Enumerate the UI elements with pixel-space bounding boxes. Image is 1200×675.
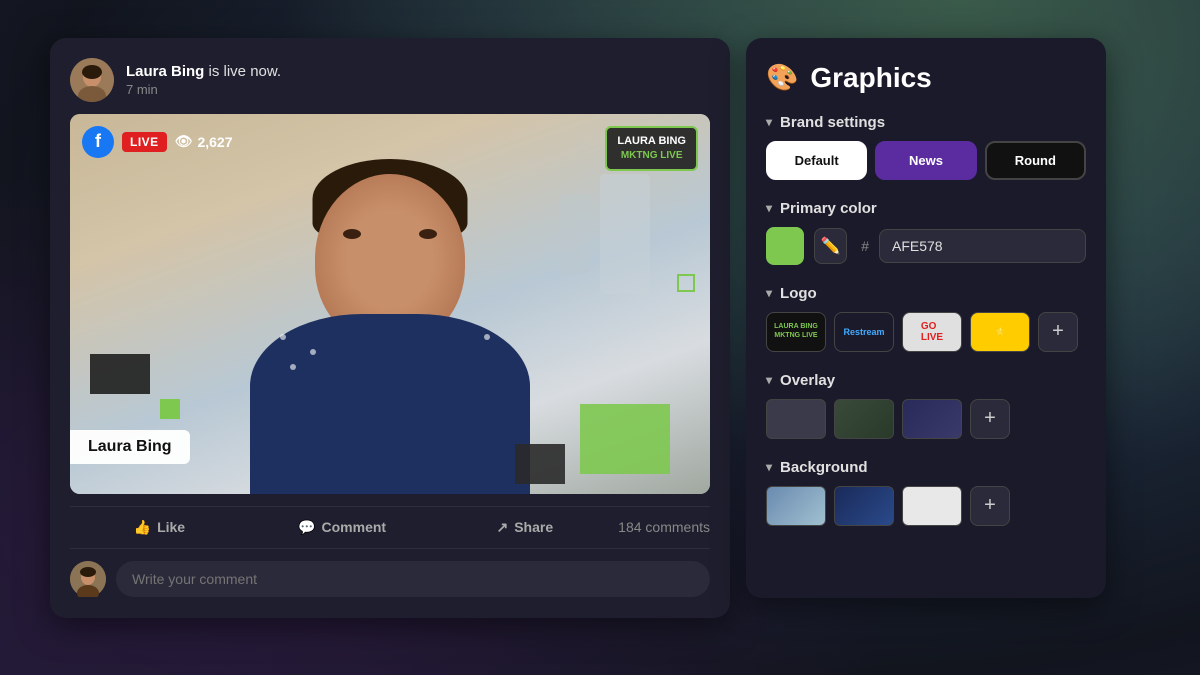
logo-thumb-2[interactable]: Restream: [834, 312, 894, 352]
hash-symbol: #: [861, 238, 869, 254]
logo-row: LAURA BINGMKTNG LIVE Restream GOLIVE 🌟 +: [766, 312, 1086, 352]
background-header[interactable]: ▾ Background: [766, 459, 1086, 476]
bg-thumb-1[interactable]: [766, 486, 826, 526]
brand-default-button[interactable]: Default: [766, 141, 867, 180]
brand-buttons: Default News Round: [766, 141, 1086, 180]
logo-thumb-3[interactable]: GOLIVE: [902, 312, 962, 352]
add-background-button[interactable]: +: [970, 486, 1010, 526]
color-swatch[interactable]: [766, 227, 804, 265]
overlay-thumb-3[interactable]: [902, 399, 962, 439]
video-container: f LIVE 👁 2,627 LAURA BING MKTNG LIVE Lau…: [70, 114, 710, 494]
eyedropper-button[interactable]: ✏️: [814, 228, 847, 264]
comments-count: 184 comments: [618, 519, 710, 535]
brand-settings-label: Brand settings: [780, 114, 885, 131]
primary-color-section: ▾ Primary color ✏️ #: [766, 200, 1086, 265]
background-section: ▾ Background +: [766, 459, 1086, 526]
author-line: Laura Bing is live now.: [126, 63, 710, 80]
brand-news-button[interactable]: News: [875, 141, 976, 180]
chevron-down-icon-4: ▾: [766, 373, 772, 387]
brand-settings-section: ▾ Brand settings Default News Round: [766, 114, 1086, 180]
overlay-row: +: [766, 399, 1086, 439]
facebook-icon: f: [82, 126, 114, 158]
share-button[interactable]: ↗ Share: [435, 511, 614, 544]
author-name[interactable]: Laura Bing: [126, 63, 204, 80]
like-icon: 👍: [134, 519, 151, 536]
lower-third-name: Laura Bing: [88, 438, 172, 455]
chevron-down-icon-2: ▾: [766, 201, 772, 215]
brand-settings-header[interactable]: ▾ Brand settings: [766, 114, 1086, 131]
chevron-down-icon: ▾: [766, 115, 772, 129]
post-card: Laura Bing is live now. 7 min: [50, 38, 730, 618]
eye-icon: 👁: [175, 133, 193, 150]
post-actions: 👍 Like 💬 Comment ↗ Share 184 comments: [70, 506, 710, 549]
graphics-panel: 🎨 Graphics ▾ Brand settings Default News…: [746, 38, 1106, 598]
logo-section: ▾ Logo LAURA BINGMKTNG LIVE Restream GOL…: [766, 285, 1086, 352]
color-hex-input[interactable]: [879, 229, 1086, 263]
share-icon: ↗: [496, 519, 508, 536]
comment-button[interactable]: 💬 Comment: [253, 511, 432, 544]
video-top-bar: f LIVE 👁 2,627: [82, 126, 233, 158]
eyedropper-icon: ✏️: [821, 236, 841, 256]
background-label: Background: [780, 459, 868, 476]
viewer-count: 👁 2,627: [175, 133, 233, 150]
like-label: Like: [157, 519, 185, 535]
comment-label: Comment: [322, 519, 387, 535]
share-label: Share: [514, 519, 553, 535]
viewer-number: 2,627: [197, 134, 232, 150]
logo-label: Logo: [780, 285, 817, 302]
comment-input-row: [70, 561, 710, 597]
bg-thumb-2[interactable]: [834, 486, 894, 526]
overlay-square-green: [160, 399, 180, 419]
post-header: Laura Bing is live now. 7 min: [70, 58, 710, 102]
add-overlay-button[interactable]: +: [970, 399, 1010, 439]
commenter-avatar: [70, 561, 106, 597]
avatar: [70, 58, 114, 102]
overlay-corner-border: [677, 274, 695, 292]
person-body: [250, 314, 530, 494]
comment-icon: 💬: [298, 519, 315, 536]
overlay-label: Overlay: [780, 372, 835, 389]
overlay-header[interactable]: ▾ Overlay: [766, 372, 1086, 389]
status-text: is live now.: [209, 63, 282, 80]
logo-thumb-1[interactable]: LAURA BINGMKTNG LIVE: [766, 312, 826, 352]
primary-color-label: Primary color: [780, 200, 877, 217]
live-badge: LIVE: [122, 132, 167, 152]
watermark-line1: LAURA BING: [617, 134, 686, 149]
overlay-square-dark-br: [515, 444, 565, 484]
watermark-line2: MKTNG LIVE: [617, 149, 686, 163]
panel-title: 🎨 Graphics: [766, 62, 1086, 94]
brand-round-button[interactable]: Round: [985, 141, 1086, 180]
bg-thumb-3[interactable]: [902, 486, 962, 526]
post-meta: Laura Bing is live now. 7 min: [126, 63, 710, 97]
background-row: +: [766, 486, 1086, 526]
logo-thumb-4[interactable]: 🌟: [970, 312, 1030, 352]
add-logo-button[interactable]: +: [1038, 312, 1078, 352]
palette-icon: 🎨: [766, 62, 798, 93]
like-button[interactable]: 👍 Like: [70, 511, 249, 544]
main-container: Laura Bing is live now. 7 min: [50, 38, 1150, 638]
primary-color-header[interactable]: ▾ Primary color: [766, 200, 1086, 217]
overlay-square-dark-tl: [90, 354, 150, 394]
overlay-thumb-1[interactable]: [766, 399, 826, 439]
chevron-down-icon-5: ▾: [766, 460, 772, 474]
overlay-square-green-br: [580, 404, 670, 474]
color-row: ✏️ #: [766, 227, 1086, 265]
post-time: 7 min: [126, 82, 710, 97]
panel-title-text: Graphics: [810, 62, 931, 94]
lower-third: Laura Bing: [70, 430, 190, 464]
logo-header[interactable]: ▾ Logo: [766, 285, 1086, 302]
overlay-section: ▾ Overlay +: [766, 372, 1086, 439]
overlay-thumb-2[interactable]: [834, 399, 894, 439]
chevron-down-icon-3: ▾: [766, 286, 772, 300]
watermark: LAURA BING MKTNG LIVE: [605, 126, 698, 171]
comment-input[interactable]: [116, 561, 710, 597]
